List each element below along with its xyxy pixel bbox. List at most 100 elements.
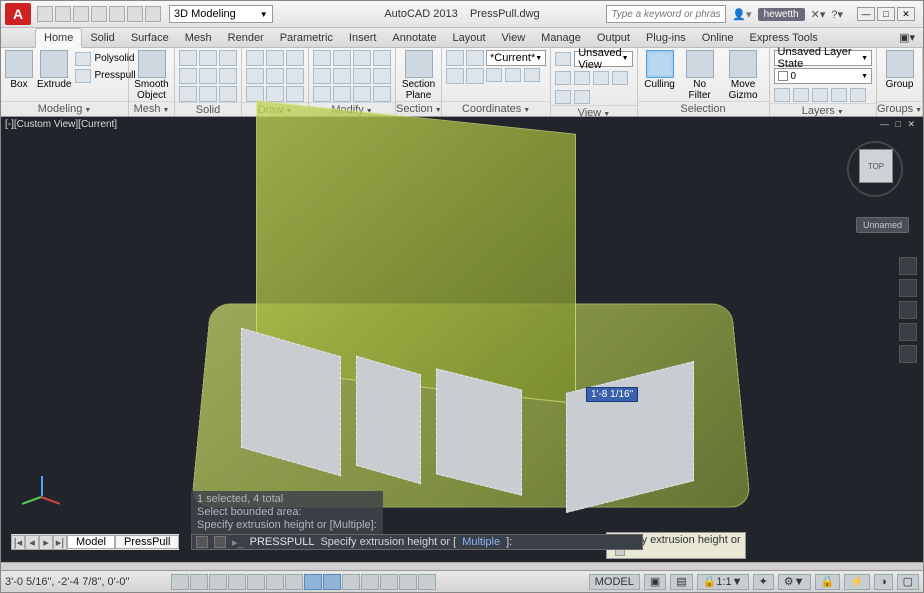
layer-dropdown[interactable]: 0▼ <box>774 68 872 84</box>
nav-wheel-icon[interactable] <box>899 257 917 275</box>
qat-saveas-icon[interactable] <box>91 6 107 22</box>
tab-insert[interactable]: Insert <box>341 29 385 47</box>
draw-icon[interactable] <box>286 50 304 66</box>
clean-screen-icon[interactable]: ▢ <box>897 574 919 590</box>
ucs-icon[interactable] <box>466 50 484 66</box>
ucs-icon[interactable] <box>446 68 464 84</box>
view-icon[interactable] <box>593 71 609 85</box>
snap-toggle[interactable] <box>171 574 189 590</box>
layer-icon[interactable] <box>812 88 828 102</box>
dyn-toggle[interactable] <box>323 574 341 590</box>
panel-title-layers[interactable]: Layers▼ <box>770 103 876 118</box>
view-icon[interactable] <box>612 71 628 85</box>
drawing-viewport[interactable]: [-][Custom View][Current] ― □ ✕ 1'-8 1/1… <box>1 117 923 562</box>
nav-pan-icon[interactable] <box>899 279 917 297</box>
modify-icon[interactable] <box>353 68 371 84</box>
ucs-icon[interactable] <box>505 68 521 82</box>
modify-icon[interactable] <box>353 86 371 102</box>
layer-state-dropdown[interactable]: Unsaved Layer State▼ <box>774 50 872 66</box>
ucs-icon[interactable] <box>524 68 540 82</box>
tab-plugins[interactable]: Plug-ins <box>638 29 694 47</box>
tab-solid[interactable]: Solid <box>82 29 122 47</box>
qat-save-icon[interactable] <box>73 6 89 22</box>
move-gizmo-button[interactable]: Move Gizmo <box>722 50 765 101</box>
modify-icon[interactable] <box>333 86 351 102</box>
annotation-visibility-icon[interactable]: ✦ <box>753 574 774 590</box>
sedit-icon[interactable] <box>219 86 237 102</box>
tab-nav-prev-icon[interactable]: ◂ <box>25 535 39 550</box>
layer-icon[interactable] <box>850 88 866 102</box>
panel-title-modeling[interactable]: Modeling▼ <box>1 101 128 116</box>
view-icon[interactable] <box>574 90 590 104</box>
ucs-icon[interactable] <box>486 68 502 82</box>
osnap-toggle[interactable] <box>247 574 265 590</box>
draw-icon[interactable] <box>286 68 304 84</box>
modify-icon[interactable] <box>333 50 351 66</box>
smooth-object-button[interactable]: Smooth Object <box>133 50 170 101</box>
panel-title-section[interactable]: Section▼ <box>396 101 441 116</box>
draw-icon[interactable] <box>266 50 284 66</box>
signin-icon[interactable]: 👤▾ <box>732 8 751 21</box>
view-icon[interactable] <box>555 52 571 66</box>
dynamic-input-field[interactable]: 1'-8 1/16" <box>586 387 638 402</box>
grid-toggle[interactable] <box>190 574 208 590</box>
box-button[interactable]: Box <box>5 50 33 90</box>
draw-icon[interactable] <box>266 68 284 84</box>
quickview-drawings-icon[interactable]: ▤ <box>670 574 692 590</box>
culling-button[interactable]: Culling <box>642 50 678 90</box>
modify-icon[interactable] <box>313 68 331 84</box>
close-button[interactable]: ✕ <box>897 7 915 21</box>
extrude-button[interactable]: Extrude <box>37 50 71 90</box>
tab-nav-next-icon[interactable]: ▸ <box>39 535 53 550</box>
annotation-scale-button[interactable]: 🔒 1:1 ▼ <box>697 574 749 590</box>
section-plane-button[interactable]: Section Plane <box>400 50 437 101</box>
horizontal-scrollbar[interactable] <box>1 562 923 570</box>
polysolid-button[interactable]: Polysolid <box>75 50 135 67</box>
ucs-icon-widget[interactable] <box>23 476 63 516</box>
ucs-icon[interactable] <box>446 50 464 66</box>
tab-manage[interactable]: Manage <box>533 29 589 47</box>
view-cube[interactable]: TOP <box>847 141 903 197</box>
toolbar-lock-icon[interactable]: 🔒 <box>815 574 841 590</box>
minimize-button[interactable]: ― <box>857 7 875 21</box>
draw-icon[interactable] <box>266 86 284 102</box>
maximize-button[interactable]: □ <box>877 7 895 21</box>
modify-icon[interactable] <box>313 50 331 66</box>
otrack-toggle[interactable] <box>285 574 303 590</box>
model-space-button[interactable]: MODEL <box>589 574 640 590</box>
panel-title-mesh[interactable]: Mesh▼ <box>129 101 174 116</box>
sedit-icon[interactable] <box>199 50 217 66</box>
modify-icon[interactable] <box>373 50 391 66</box>
qp-toggle[interactable] <box>380 574 398 590</box>
modify-icon[interactable] <box>373 68 391 84</box>
nav-showmotion-icon[interactable] <box>899 345 917 363</box>
hardware-accel-icon[interactable]: ⚡ <box>844 574 870 590</box>
ucs-icon[interactable] <box>466 68 484 84</box>
workspace-dropdown[interactable]: 3D Modeling ▼ <box>169 5 273 23</box>
sc-toggle[interactable] <box>399 574 417 590</box>
draw-icon[interactable] <box>246 50 264 66</box>
tpy-toggle[interactable] <box>361 574 379 590</box>
app-menu-button[interactable]: A <box>5 3 31 25</box>
tab-mesh[interactable]: Mesh <box>177 29 220 47</box>
sedit-icon[interactable] <box>179 50 197 66</box>
user-name[interactable]: hewetth <box>758 8 805 21</box>
qat-new-icon[interactable] <box>37 6 53 22</box>
sedit-icon[interactable] <box>219 50 237 66</box>
tab-nav-last-icon[interactable]: ▸| <box>53 535 67 550</box>
help-search-input[interactable] <box>606 5 726 23</box>
modify-icon[interactable] <box>373 86 391 102</box>
qat-plot-icon[interactable] <box>109 6 125 22</box>
tab-nav-first-icon[interactable]: |◂ <box>11 535 25 550</box>
visual-style-chip[interactable]: Unnamed <box>856 217 909 233</box>
unsaved-view-dropdown[interactable]: Unsaved View▼ <box>574 51 632 67</box>
draw-icon[interactable] <box>286 86 304 102</box>
tab-express[interactable]: Express Tools <box>742 29 826 47</box>
command-line[interactable]: ▸_ PRESSPULL Specify extrusion height or… <box>191 534 643 550</box>
layer-icon[interactable] <box>774 88 790 102</box>
workspace-switch-icon[interactable]: ⚙▼ <box>778 574 811 590</box>
nav-zoom-icon[interactable] <box>899 301 917 319</box>
tab-render[interactable]: Render <box>220 29 272 47</box>
panel-title-groups[interactable]: Groups▼ <box>877 101 922 116</box>
ucs-current-dropdown[interactable]: *Current*▼ <box>486 50 546 66</box>
